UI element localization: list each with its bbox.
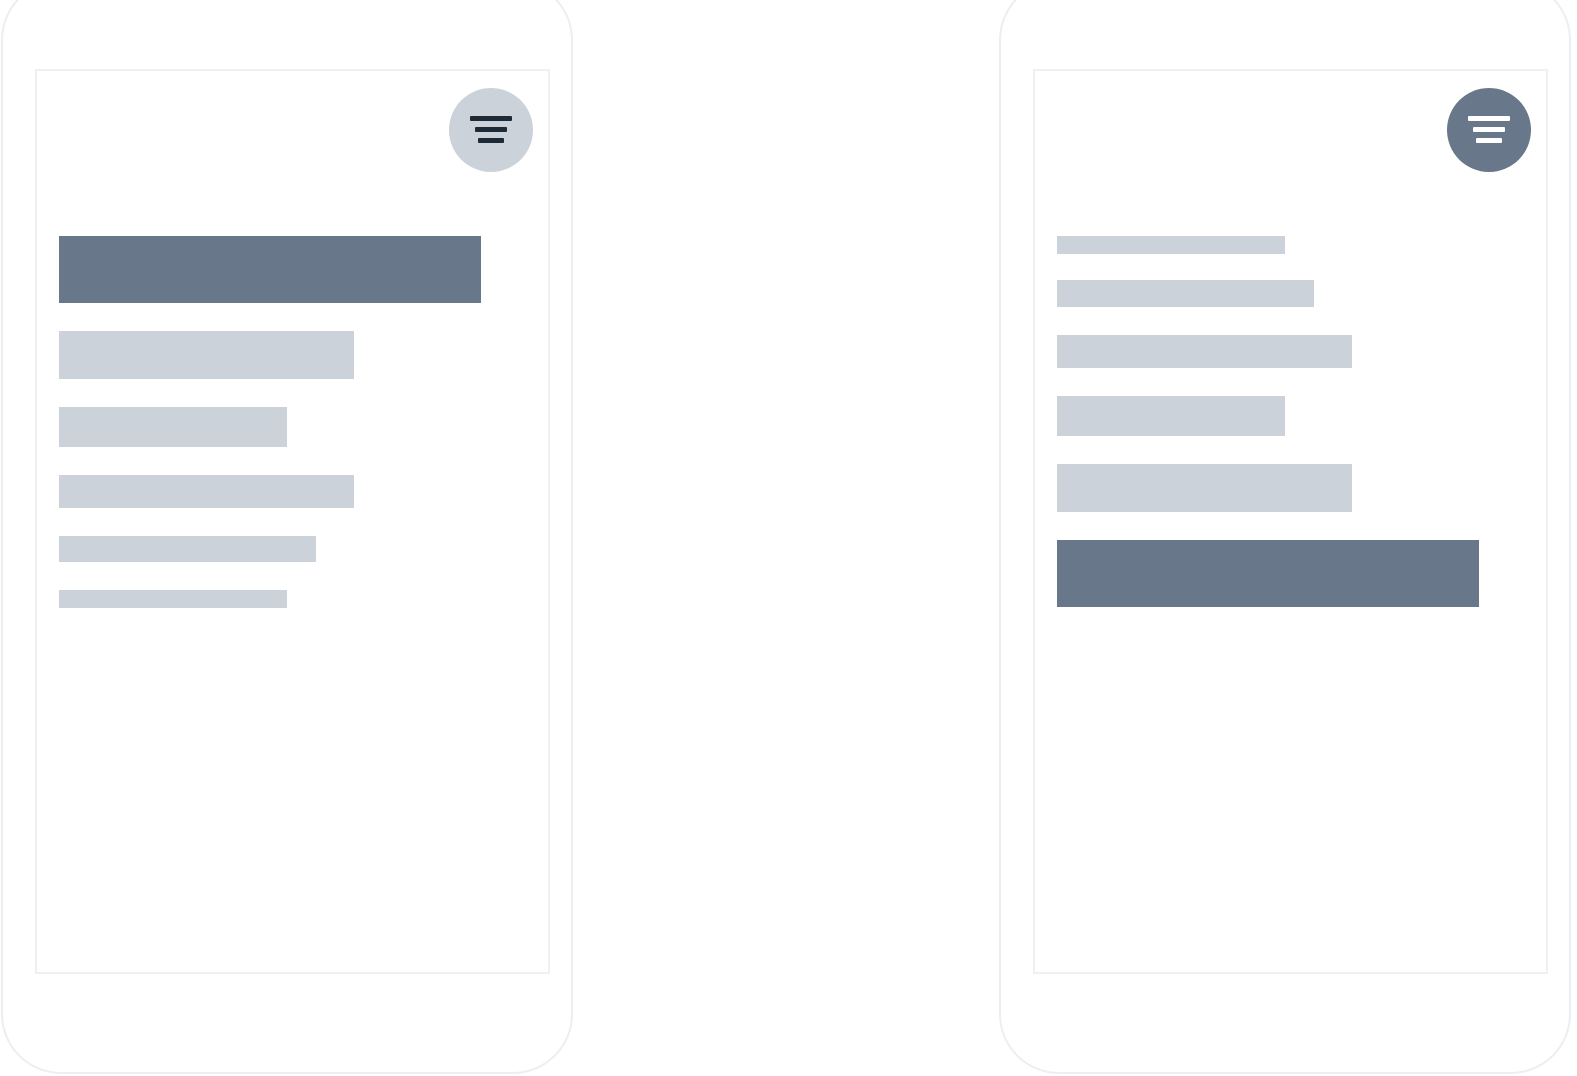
sort-descending-icon [470,116,512,143]
bar [1057,464,1352,512]
phone-frame-left [1,0,573,1074]
phone-frame-right [999,0,1571,1074]
bar [1057,335,1352,368]
sort-button[interactable] [1447,88,1531,172]
bar [59,407,287,447]
sort-button[interactable] [449,88,533,172]
bar [1057,280,1314,307]
bar [59,536,316,562]
bar [59,590,287,608]
bar [1057,396,1285,436]
phone-screen-left [35,69,550,974]
bar [1057,236,1285,254]
bar [59,331,354,379]
phone-screen-right [1033,69,1548,974]
bar-highlighted [1057,540,1479,607]
sort-descending-icon [1468,116,1510,143]
bar-highlighted [59,236,481,303]
bar [59,475,354,508]
comparison-stage [0,0,1577,1076]
